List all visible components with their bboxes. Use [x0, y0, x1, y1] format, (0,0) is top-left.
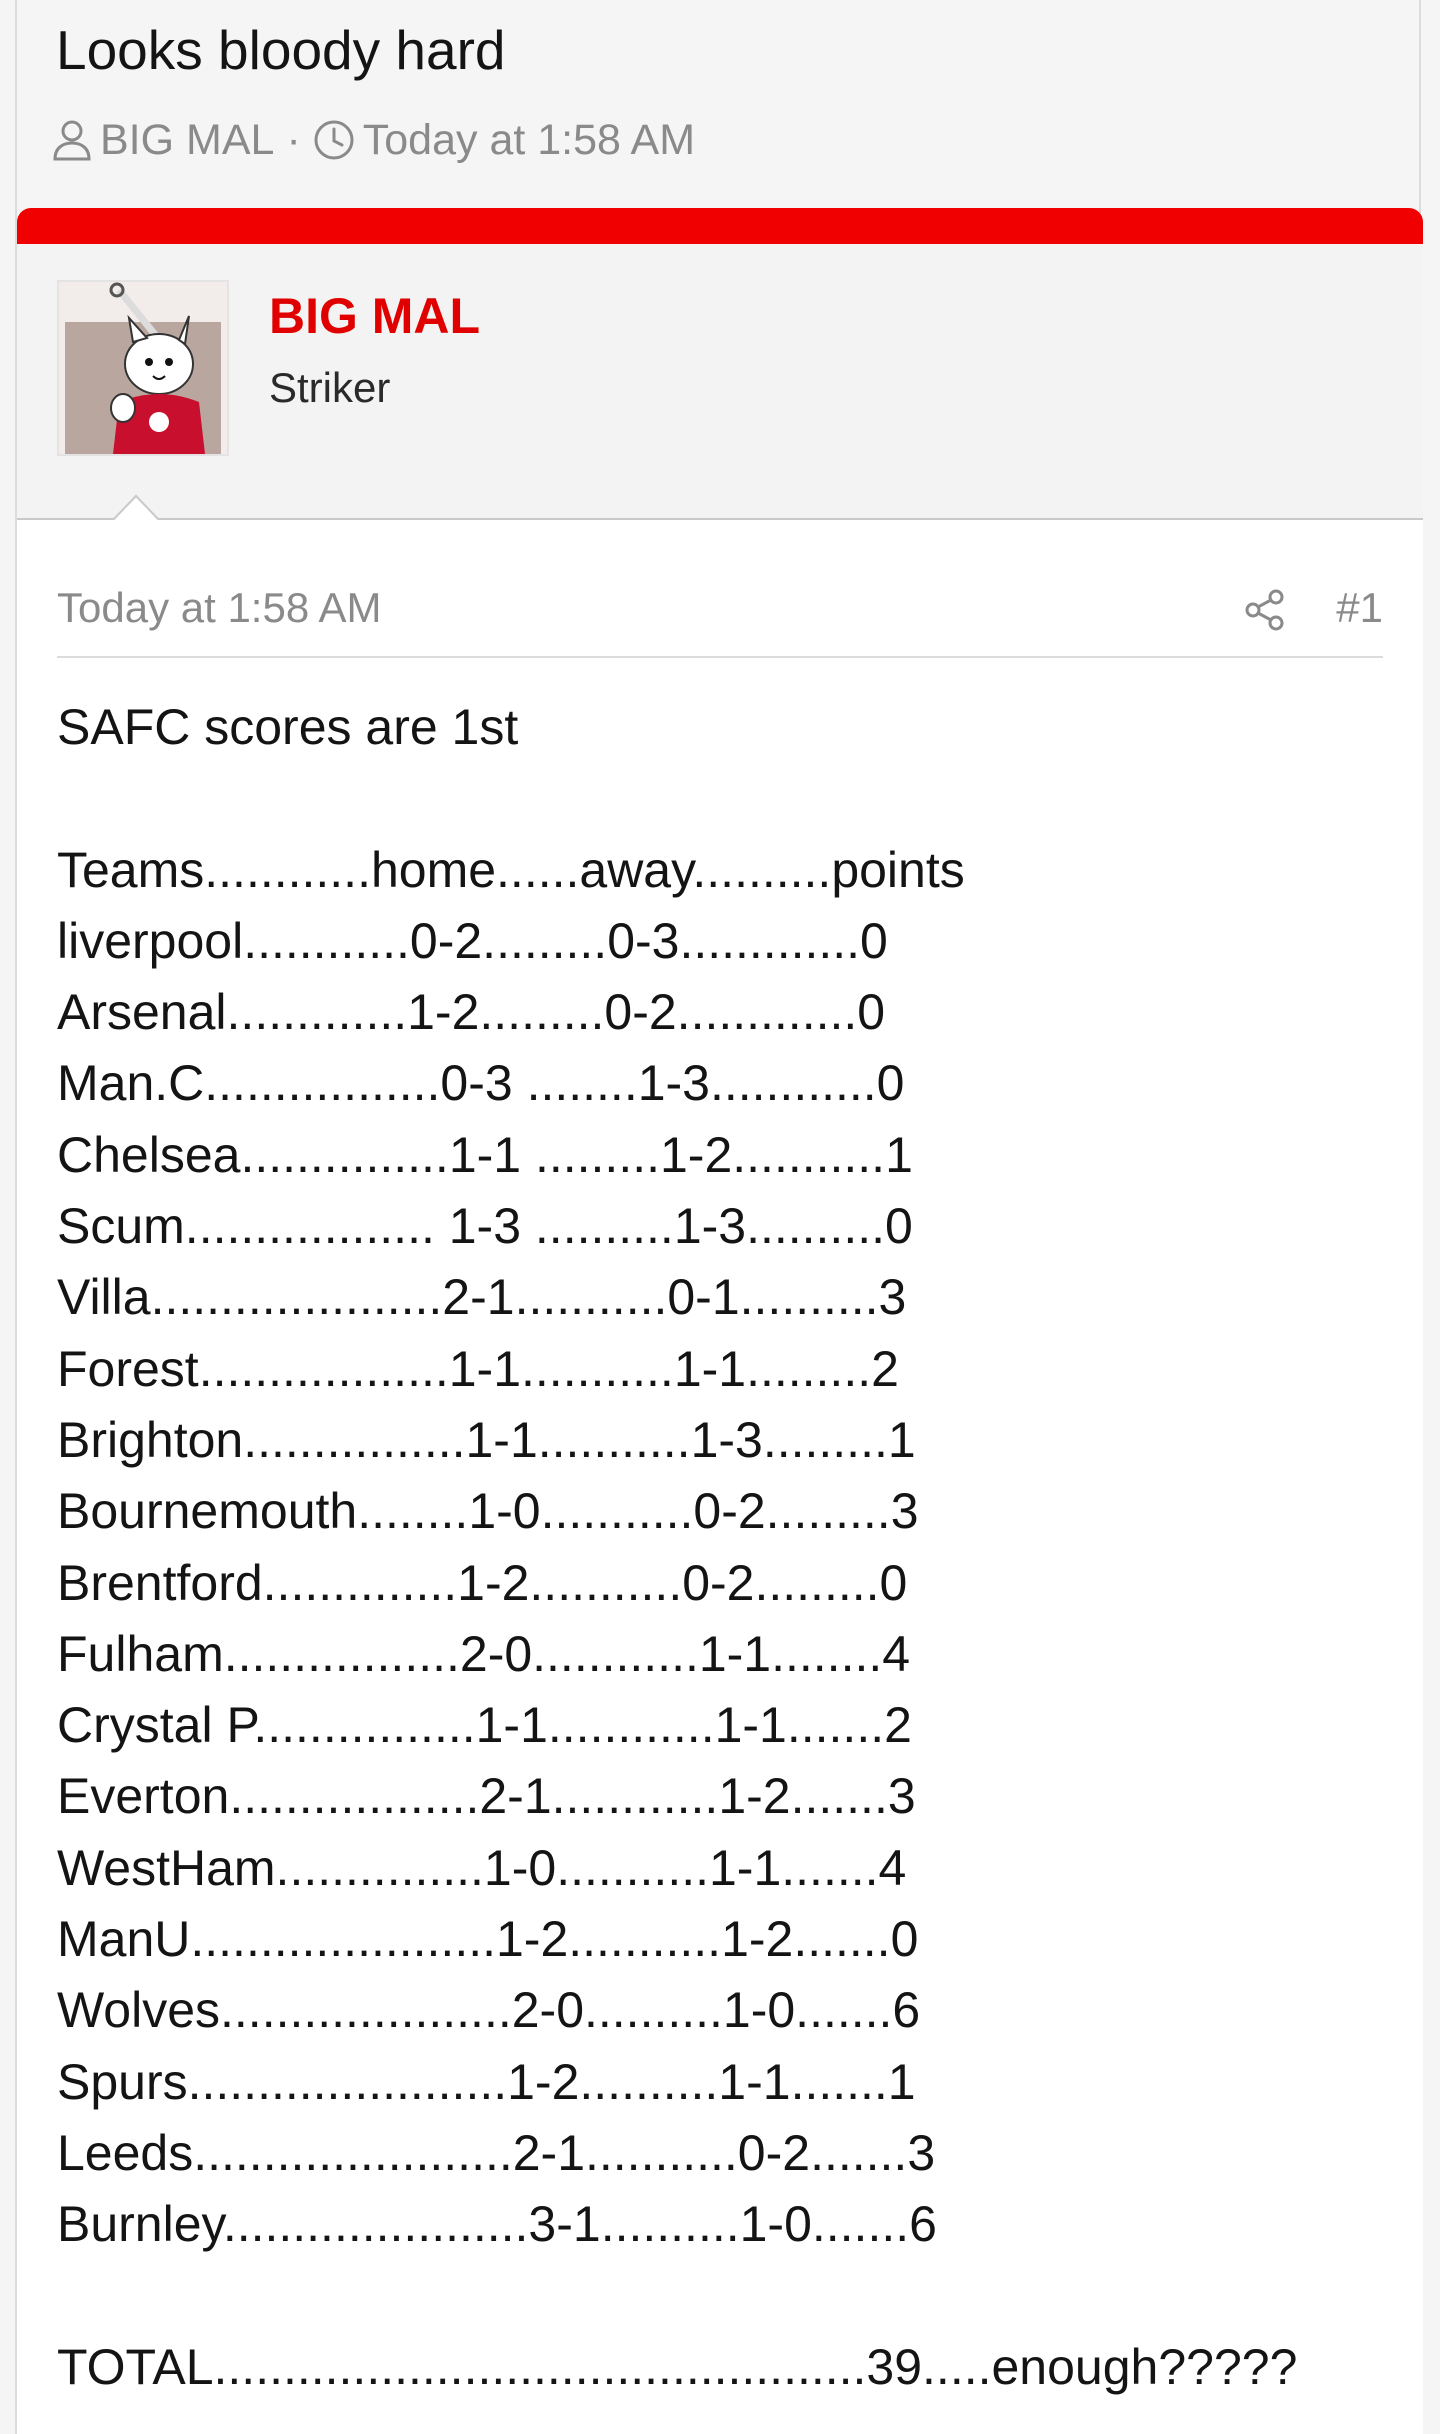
- post-intro: SAFC scores are 1st: [57, 699, 519, 755]
- score-line: Forest..................1-1...........1-…: [57, 1340, 899, 1397]
- post-number-link[interactable]: #1: [1336, 584, 1383, 632]
- score-line: Brentford..............1-2...........0-2…: [57, 1554, 908, 1611]
- thread-author-link[interactable]: BIG MAL: [100, 116, 274, 165]
- score-lines: Teams............home......away.........…: [57, 835, 1383, 2261]
- post-body: SAFC scores are 1st Teams............hom…: [57, 692, 1383, 2403]
- score-line: ManU......................1-2...........…: [57, 1911, 919, 1968]
- post-username[interactable]: BIG MAL: [269, 286, 480, 346]
- post-user-title: Striker: [269, 364, 391, 411]
- score-line: Villa.....................2-1...........…: [57, 1269, 907, 1326]
- post-container: Today at 1:58 AM #1 SAFC scores are 1st …: [17, 520, 1423, 2434]
- avatar-image[interactable]: [57, 280, 229, 456]
- score-line: Brighton................1-1...........1-…: [57, 1411, 916, 1468]
- score-line: Chelsea...............1-1 .........1-2..…: [57, 1126, 913, 1183]
- score-line: Burnley......................3-1........…: [57, 2196, 937, 2253]
- post-total: TOTAL...................................…: [57, 2338, 1298, 2395]
- score-line: Man.C.................0-3 ........1-3...…: [57, 1055, 905, 1112]
- score-line: Spurs.......................1-2.........…: [57, 2053, 916, 2110]
- score-line: WestHam...............1-0...........1-1.…: [57, 1839, 907, 1896]
- score-line: Leeds.......................2-1.........…: [57, 2124, 936, 2181]
- score-line: Crystal P................1-1............…: [57, 1697, 912, 1754]
- post-user-block: BIG MAL Striker: [17, 244, 1423, 520]
- thread-header: Looks bloody hard: [56, 18, 1400, 82]
- score-line: Wolves.....................2-0..........…: [57, 1982, 921, 2039]
- thread-title: Looks bloody hard: [56, 19, 506, 81]
- post-meta-bar: Today at 1:58 AM #1: [57, 560, 1383, 658]
- score-line: Scum.................. 1-3 ..........1-3…: [57, 1198, 913, 1255]
- post-date-link[interactable]: Today at 1:58 AM: [57, 584, 382, 632]
- score-line: Teams............home......away.........…: [57, 841, 965, 898]
- score-line: liverpool............0-2.........0-3....…: [57, 912, 888, 969]
- user-arrow-pointer: [112, 494, 160, 522]
- clock-icon: [313, 119, 355, 161]
- score-line: Everton..................2-1............…: [57, 1768, 916, 1825]
- user-icon: [52, 118, 92, 162]
- score-line: Bournemouth........1-0...........0-2....…: [57, 1483, 919, 1540]
- post-accent-bar: [17, 208, 1423, 246]
- score-line: Fulham.................2-0............1-…: [57, 1625, 911, 1682]
- share-icon[interactable]: [1243, 588, 1287, 637]
- score-line: Arsenal.............1-2.........0-2.....…: [57, 984, 886, 1041]
- thread-time-link[interactable]: Today at 1:58 AM: [363, 116, 695, 165]
- meta-separator: ·: [286, 115, 301, 164]
- thread-meta: BIG MAL · Today at 1:58 AM: [52, 112, 695, 168]
